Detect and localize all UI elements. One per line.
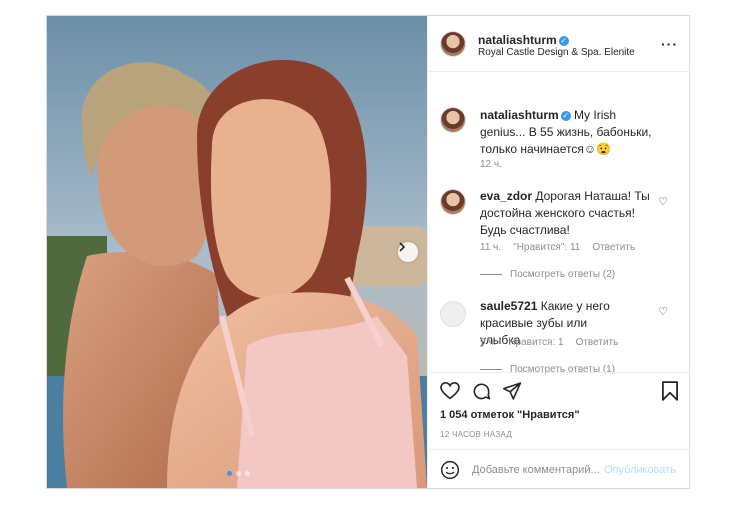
comment-reply[interactable]: Ответить bbox=[592, 242, 635, 253]
comment-input[interactable] bbox=[472, 460, 606, 480]
carousel-dot bbox=[227, 471, 232, 476]
comment-like-heart-icon[interactable]: ♡ bbox=[658, 305, 668, 318]
comment-likes[interactable]: Нравится: 1 bbox=[508, 337, 563, 348]
selfie-photo bbox=[47, 16, 427, 488]
comment-avatar[interactable] bbox=[440, 189, 466, 215]
caption-author[interactable]: nataliashturm bbox=[480, 108, 559, 122]
caption-meta: 12 ч. bbox=[480, 159, 502, 170]
author-username[interactable]: nataliashturm bbox=[478, 33, 557, 47]
post-header: nataliashturm ✓ Royal Castle Design & Spa… bbox=[428, 16, 690, 72]
verified-icon: ✓ bbox=[560, 111, 571, 121]
comment-reply[interactable]: Ответить bbox=[576, 337, 619, 348]
verified-icon: ✓ bbox=[558, 36, 569, 46]
post-time: 12 ЧАСОВ НАЗАД bbox=[440, 430, 513, 439]
post-location[interactable]: Royal Castle Design & Spa. Elenite bbox=[478, 47, 635, 58]
comment-avatar[interactable] bbox=[440, 301, 466, 327]
bookmark-icon[interactable] bbox=[662, 381, 678, 401]
view-replies-button[interactable]: Посмотреть ответы (2) bbox=[480, 269, 615, 280]
author-avatar[interactable] bbox=[440, 31, 466, 57]
comment-time: 11 ч. bbox=[480, 242, 502, 253]
heart-icon[interactable] bbox=[440, 382, 460, 400]
comments-list: nataliashturm ✓ My Irish genius... В 55 ж… bbox=[428, 72, 690, 375]
chevron-right-icon bbox=[399, 242, 406, 252]
comment-time: 9 ч. bbox=[480, 337, 497, 348]
more-icon[interactable]: ··· bbox=[661, 36, 678, 52]
share-icon[interactable] bbox=[503, 382, 522, 400]
add-comment-bar: Опубликовать bbox=[428, 449, 690, 489]
post-actions: 1 054 отметок "Нравится" 12 ЧАСОВ НАЗАД … bbox=[428, 372, 690, 488]
comment-author[interactable]: eva_zdor bbox=[480, 189, 532, 203]
post-sidebar: nataliashturm ✓ Royal Castle Design & Spa… bbox=[427, 16, 690, 488]
carousel-dot bbox=[245, 471, 250, 476]
comment-like-heart-icon[interactable]: ♡ bbox=[658, 195, 668, 208]
comment-icon[interactable] bbox=[472, 382, 491, 401]
comment-author[interactable]: saule5721 bbox=[480, 299, 537, 313]
caption-time: 12 ч. bbox=[480, 159, 502, 170]
view-replies-label: Посмотреть ответы (2) bbox=[510, 269, 616, 280]
post-photo[interactable] bbox=[47, 16, 427, 488]
comment-meta: 11 ч. "Нравится": 11 Ответить bbox=[480, 242, 635, 253]
carousel-dots bbox=[227, 471, 250, 476]
comment: eva_zdor Дорогая Наташа! Ты достойна жен… bbox=[480, 188, 655, 239]
caption-avatar[interactable] bbox=[440, 107, 466, 133]
likes-count[interactable]: 1 054 отметок "Нравится" bbox=[440, 409, 580, 421]
comment-meta: 9 ч. Нравится: 1 Ответить bbox=[480, 337, 618, 348]
carousel-dot bbox=[236, 471, 241, 476]
emoji-icon[interactable] bbox=[440, 460, 460, 480]
instagram-post: nataliashturm ✓ Royal Castle Design & Spa… bbox=[46, 15, 690, 489]
carousel-next-button[interactable] bbox=[398, 242, 418, 262]
publish-button[interactable]: Опубликовать bbox=[604, 464, 676, 476]
caption: nataliashturm ✓ My Irish genius... В 55 ж… bbox=[480, 107, 660, 158]
comment-likes[interactable]: "Нравится": 11 bbox=[513, 242, 580, 253]
